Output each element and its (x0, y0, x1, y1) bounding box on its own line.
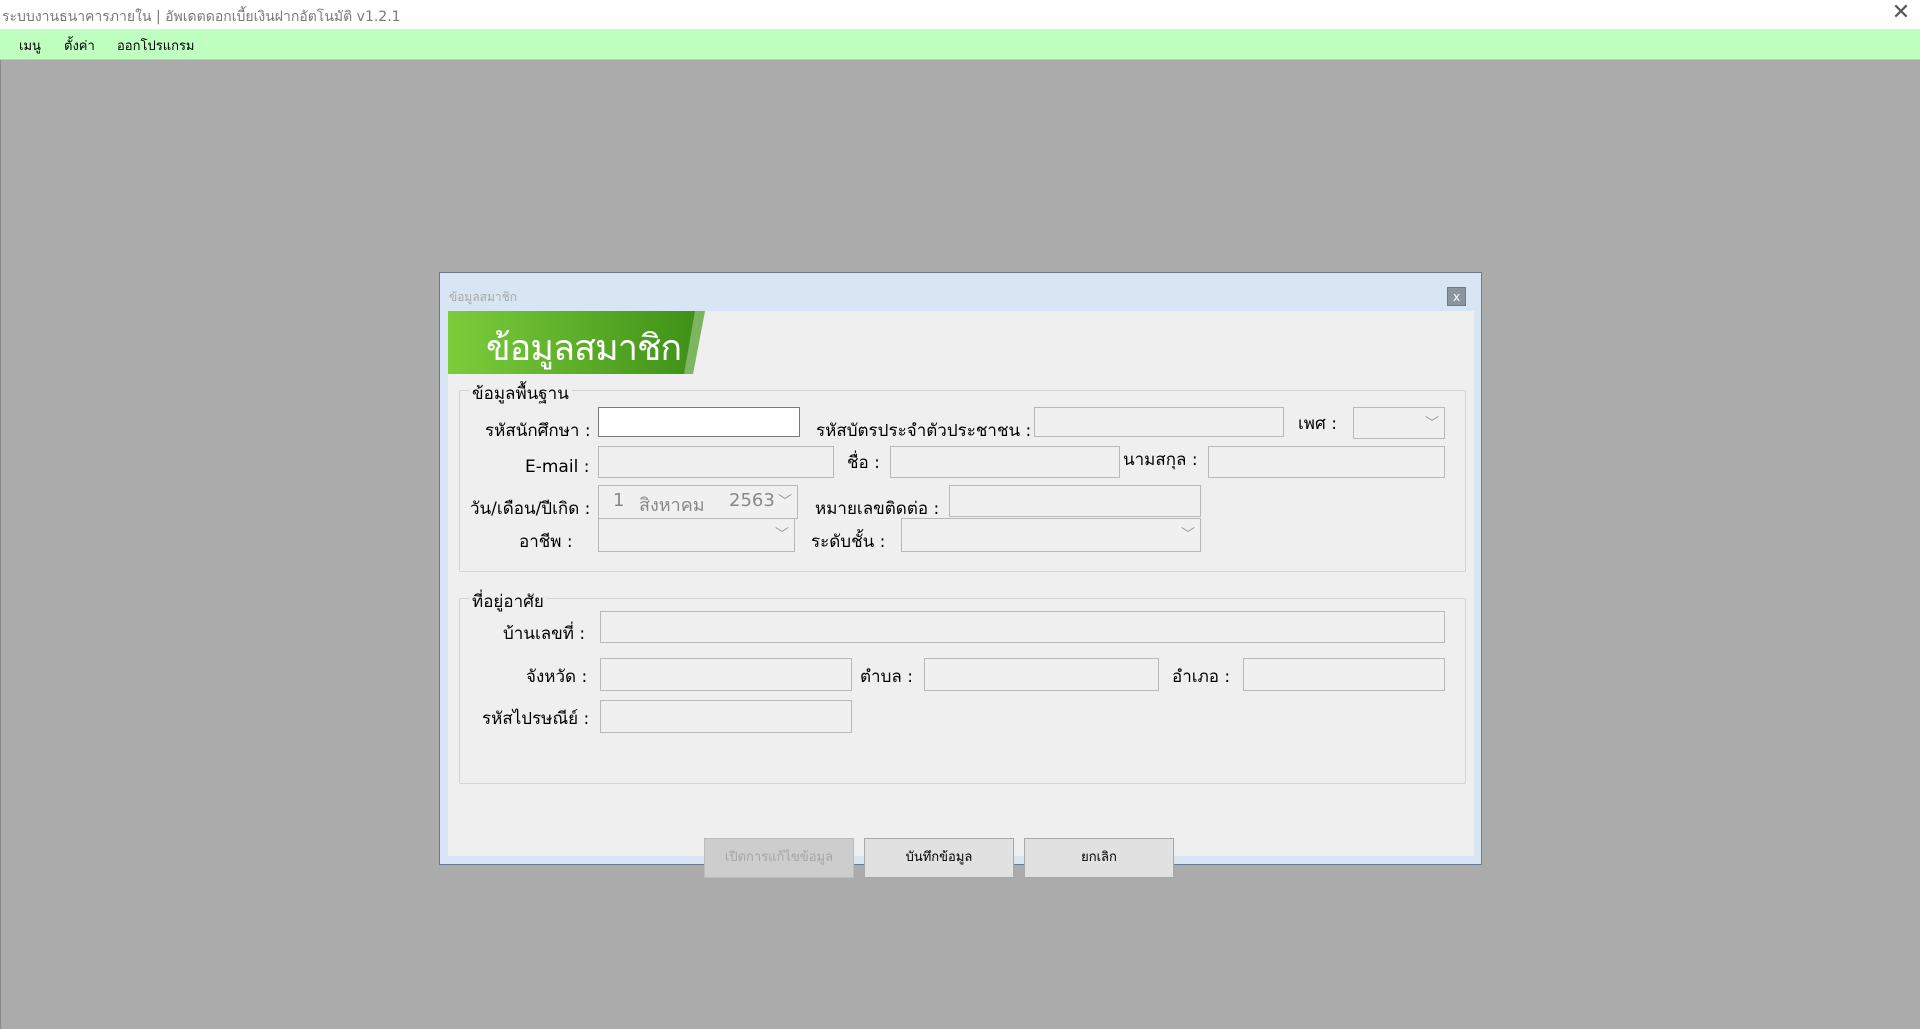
student-id-field[interactable] (598, 407, 800, 437)
email-field[interactable] (598, 446, 834, 478)
phone-field[interactable] (949, 485, 1201, 517)
subdistrict-field[interactable] (924, 658, 1159, 691)
citizen-id-field[interactable] (1034, 407, 1284, 437)
birth-month: สิงหาคม (639, 495, 705, 516)
dialog-body: ข้อมูลสมาชิก ข้อมูลพื้นฐาน รหัสนักศึกษา … (448, 311, 1474, 878)
address-group: ที่อยู่อาศัย บ้านเลขที่ : จังหวัด : ตำบล… (459, 588, 1466, 784)
chevron-down-icon: ﹀ (1181, 527, 1195, 543)
chevron-down-icon: ﹀ (1425, 416, 1439, 432)
close-icon[interactable]: ✕ (1888, 1, 1914, 27)
basic-info-title: ข้อมูลพื้นฐาน (469, 380, 572, 407)
occupation-label: อาชีพ : (519, 532, 573, 552)
enable-edit-button[interactable]: เปิดการแก้ไขข้อมูล (704, 838, 854, 878)
gender-label: เพศ : (1298, 414, 1337, 434)
subdistrict-label: ตำบล : (860, 667, 913, 687)
level-select[interactable]: ﹀ (901, 518, 1201, 552)
chevron-down-icon: ﹀ (778, 494, 792, 510)
birth-year: 2563 (729, 490, 775, 511)
postal-field[interactable] (600, 700, 852, 733)
district-label: อำเภอ : (1172, 667, 1231, 687)
dialog-caption: ข้อมูลสมาชิก (449, 290, 518, 304)
birthdate-label: วัน/เดือน/ปีเกิด : (470, 499, 591, 519)
postal-label: รหัสไปรษณีย์ : (482, 709, 590, 729)
banner: ข้อมูลสมาชิก (448, 311, 705, 374)
member-dialog: ข้อมูลสมาชิก x ข้อมูลสมาชิก ข้อมูลพื้นฐา… (439, 272, 1482, 878)
banner-title: ข้อมูลสมาชิก (486, 328, 682, 369)
menu-item-exit[interactable]: ออกโปรแกรม (117, 35, 195, 56)
province-label: จังหวัด : (526, 667, 588, 687)
province-field[interactable] (600, 658, 852, 691)
chevron-down-icon: ﹀ (775, 527, 789, 543)
occupation-select[interactable]: ﹀ (598, 518, 795, 552)
last-name-field[interactable] (1208, 446, 1445, 478)
student-id-input[interactable] (599, 408, 799, 436)
student-id-label: รหัสนักศึกษา : (485, 421, 591, 441)
first-name-label: ชื่อ : (847, 453, 880, 473)
birthdate-picker[interactable]: 1 สิงหาคม 2563 ﹀ (598, 485, 798, 519)
menu-item-main[interactable]: เมนู (19, 35, 41, 56)
window-titlebar: ระบบงานธนาคารภายใน | อัพเดตดอกเบี้ยเงินฝ… (0, 0, 1920, 29)
birth-day: 1 (613, 490, 625, 511)
gender-select[interactable]: ﹀ (1353, 407, 1445, 439)
first-name-field[interactable] (890, 446, 1120, 478)
menu-item-settings[interactable]: ตั้งค่า (64, 35, 95, 56)
address-title: ที่อยู่อาศัย (469, 588, 547, 615)
district-field[interactable] (1243, 658, 1445, 691)
window-title: ระบบงานธนาคารภายใน | อัพเดตดอกเบี้ยเงินฝ… (2, 9, 401, 25)
menu-bar: เมนู ตั้งค่า ออกโปรแกรม (0, 29, 1920, 60)
email-label: E-mail : (525, 457, 590, 477)
basic-info-group: ข้อมูลพื้นฐาน รหัสนักศึกษา : รหัสบัตรประ… (459, 380, 1466, 572)
dialog-close-icon[interactable]: x (1447, 287, 1466, 306)
house-no-label: บ้านเลขที่ : (503, 624, 586, 644)
house-no-field[interactable] (600, 611, 1445, 643)
citizen-id-label: รหัสบัตรประจำตัวประชาชน : (816, 421, 1032, 441)
cancel-button[interactable]: ยกเลิก (1024, 838, 1174, 878)
last-name-label: นามสกุล : (1123, 450, 1198, 470)
save-button[interactable]: บันทึกข้อมูล (864, 838, 1014, 878)
level-label: ระดับชั้น : (811, 532, 886, 552)
